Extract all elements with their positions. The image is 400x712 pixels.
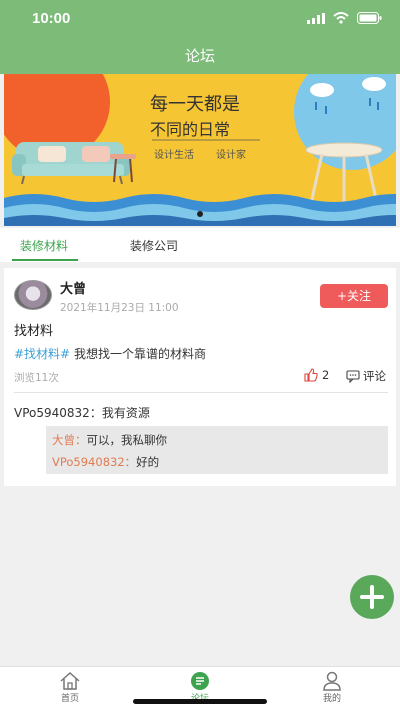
- banner-sub-2: 设计家: [216, 150, 246, 161]
- reply-colon: ：: [75, 433, 87, 447]
- category-tabs: 装修材料 装修公司: [0, 228, 400, 262]
- reply-list: 大曾：可以，我私聊你 VPo5940832：好的: [46, 426, 388, 474]
- home-icon: [60, 671, 80, 690]
- tab-companies[interactable]: 装修公司: [130, 237, 178, 254]
- bottom-nav: 首页 论坛 我的: [0, 666, 400, 712]
- status-bar: 10:00: [0, 0, 400, 38]
- comment-item[interactable]: VPo5940832：我有资源: [14, 404, 150, 421]
- post-date: 2021年11月23日 11:00: [60, 302, 179, 314]
- add-post-button[interactable]: [350, 575, 394, 619]
- post-text: 我想找一个靠谱的材料商: [73, 347, 206, 361]
- post-tag[interactable]: #找材料#: [14, 347, 70, 361]
- thumbs-up-icon: [304, 368, 318, 382]
- comment-user: VPo5940832: [14, 406, 90, 420]
- reply-item[interactable]: 大曾：可以，我私聊你: [52, 432, 167, 448]
- tab-active-indicator: [12, 259, 78, 261]
- view-count: 浏览11次: [14, 372, 59, 384]
- reply-user: VPo5940832: [52, 455, 125, 469]
- avatar[interactable]: [14, 280, 52, 310]
- post-card[interactable]: 大曾 2021年11月23日 11:00 +关注 找材料 #找材料# 我想找一个…: [4, 268, 396, 486]
- reply-colon: ：: [124, 455, 137, 469]
- like-button[interactable]: 2: [304, 368, 329, 382]
- reply-item[interactable]: VPo5940832：好的: [52, 454, 159, 470]
- reply-user: 大曾: [52, 433, 75, 447]
- banner-carousel[interactable]: 每一天都是 不同的日常 设计生活 设计家: [4, 74, 396, 226]
- comment-label: 评论: [363, 369, 386, 383]
- bottom-nav-home-label: 首页: [60, 694, 79, 704]
- battery-icon: [357, 12, 382, 24]
- reply-text: 好的: [136, 455, 160, 469]
- follow-button[interactable]: +关注: [320, 284, 388, 308]
- forum-icon: [191, 672, 209, 690]
- comment-icon: [346, 369, 360, 383]
- post-content: #找材料# 我想找一个靠谱的材料商: [14, 345, 206, 362]
- profile-icon: [323, 671, 341, 691]
- wifi-icon: [333, 12, 349, 24]
- nav-bar: 论坛: [0, 38, 400, 74]
- like-count: 2: [322, 368, 330, 382]
- divider: [14, 392, 388, 393]
- comment-text: 我有资源: [101, 406, 150, 420]
- bottom-nav-profile[interactable]: 我的: [302, 671, 362, 704]
- comment-colon: ：: [89, 406, 102, 420]
- home-indicator: [133, 699, 267, 704]
- status-icons: [307, 12, 382, 24]
- status-time: 10:00: [32, 10, 71, 27]
- bottom-nav-profile-label: 我的: [322, 694, 341, 704]
- page-title: 论坛: [184, 47, 215, 65]
- banner-headline-2: 不同的日常: [150, 120, 231, 139]
- bottom-nav-home[interactable]: 首页: [40, 671, 100, 704]
- reply-text: 可以，我私聊你: [86, 433, 168, 447]
- signal-icon: [307, 12, 325, 24]
- comment-button[interactable]: 评论: [346, 368, 386, 384]
- banner-headline-1: 每一天都是: [150, 94, 240, 115]
- tab-materials[interactable]: 装修材料: [20, 237, 68, 254]
- post-username[interactable]: 大曾: [60, 278, 86, 297]
- post-title: 找材料: [14, 324, 54, 339]
- banner-sub-1: 设计生活: [154, 150, 194, 161]
